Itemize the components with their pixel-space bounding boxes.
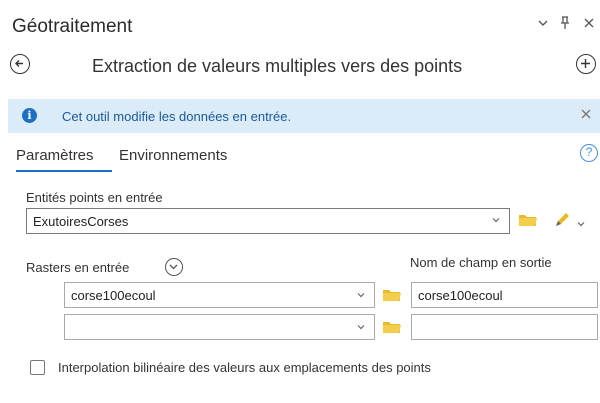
info-banner-text: Cet outil modifie les données en entrée. — [62, 109, 292, 124]
interpolation-checkbox[interactable] — [30, 360, 45, 375]
active-tab-indicator — [16, 170, 112, 172]
help-icon[interactable]: ? — [580, 144, 598, 162]
pencil-icon[interactable] — [553, 211, 571, 234]
raster-dropdown-1[interactable]: corse100ecoul — [64, 282, 375, 308]
input-points-dropdown[interactable]: ExutoiresCorses — [26, 208, 510, 234]
output-field-input-1[interactable]: corse100ecoul — [411, 282, 598, 308]
interpolation-label: Interpolation bilinéaire des valeurs aux… — [58, 360, 431, 375]
chevron-down-icon[interactable] — [356, 320, 366, 335]
chevron-down-icon[interactable] — [534, 16, 552, 32]
rasters-label: Rasters en entrée — [26, 260, 130, 275]
folder-icon[interactable] — [382, 287, 402, 308]
output-field-label: Nom de champ en sortie — [410, 255, 552, 270]
raster-value-1: corse100ecoul — [71, 287, 156, 303]
output-field-input-2[interactable] — [411, 314, 598, 340]
tool-title: Extraction de valeurs multiples vers des… — [92, 56, 463, 76]
pin-icon[interactable] — [556, 16, 574, 33]
back-button[interactable] — [10, 54, 30, 74]
pane-title: Géotraitement — [12, 16, 133, 37]
banner-close-icon[interactable] — [580, 105, 592, 125]
collapse-toggle[interactable] — [165, 258, 183, 276]
folder-icon[interactable] — [518, 212, 538, 233]
tab-parametres[interactable]: Paramètres — [16, 147, 94, 164]
add-button[interactable] — [576, 54, 596, 74]
input-points-value: ExutoiresCorses — [33, 213, 129, 229]
chevron-down-icon[interactable] — [356, 288, 366, 303]
folder-icon[interactable] — [382, 319, 402, 340]
chevron-down-icon[interactable] — [576, 216, 586, 234]
close-icon[interactable] — [580, 16, 598, 32]
tab-environnements[interactable]: Environnements — [119, 147, 227, 164]
raster-dropdown-2[interactable] — [64, 314, 375, 340]
output-field-value-1: corse100ecoul — [418, 287, 503, 303]
chevron-down-icon[interactable] — [491, 215, 501, 228]
input-points-label: Entités points en entrée — [26, 190, 163, 205]
info-icon: i — [22, 108, 37, 123]
